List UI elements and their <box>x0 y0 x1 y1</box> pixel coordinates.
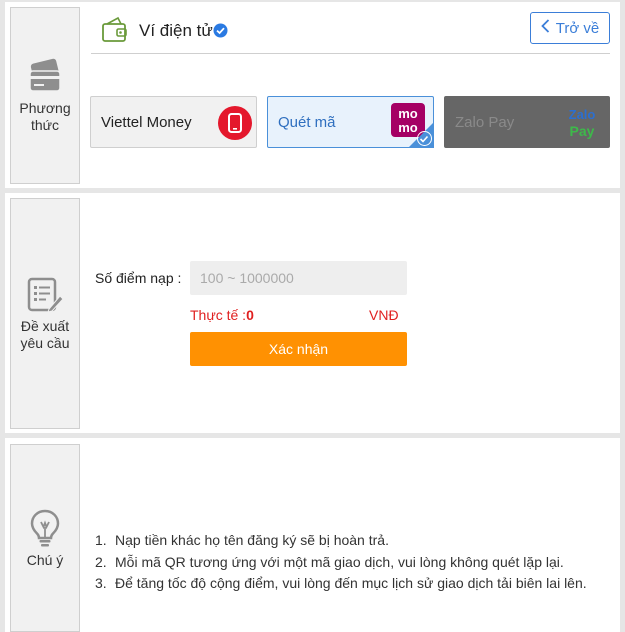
currency-label: VNĐ <box>369 307 399 323</box>
selected-check-icon <box>417 131 432 146</box>
request-panel: Đề xuất yêu cầu Số điểm nạp : Thực tế :0… <box>5 193 620 433</box>
method-header-title: Ví điện tử <box>139 21 213 40</box>
chevron-left-icon <box>540 19 550 37</box>
back-button-label: Trở về <box>555 19 600 37</box>
zalopay-logo-icon: Zalo Pay <box>567 105 597 141</box>
method-label: Quét mã <box>278 114 336 131</box>
notes-list: 1. Nạp tiền khác họ tên đăng ký sẽ bị hoà… <box>95 530 587 595</box>
points-input[interactable] <box>190 261 407 295</box>
list-item: 2. Mỗi mã QR tương ứng với một mã giao dị… <box>95 553 564 570</box>
notes-panel: Chú ý 1. Nạp tiền khác họ tên đăng ký sẽ … <box>5 438 620 632</box>
payment-method-panel: Phương thức Ví điện tử Trở về Viettel Mo… <box>5 2 620 188</box>
wallet-icon <box>101 16 129 49</box>
back-button[interactable]: Trở về <box>530 12 610 44</box>
list-item: 1. Nạp tiền khác họ tên đăng ký sẽ bị hoà… <box>95 532 389 548</box>
method-label: Viettel Money <box>101 114 192 131</box>
confirm-button[interactable]: Xác nhận <box>190 332 407 366</box>
method-qr-momo[interactable]: Quét mã mo mo <box>267 96 434 148</box>
list-item: 3. Để tăng tốc độ cộng điểm, vui lòng đến… <box>95 575 587 591</box>
lightbulb-icon <box>28 508 62 548</box>
actual-amount-value: 0 <box>246 307 254 323</box>
svg-text:Zalo: Zalo <box>569 107 596 122</box>
notes-side-label: Chú ý <box>26 551 64 568</box>
svg-text:Pay: Pay <box>570 123 595 139</box>
actual-amount: Thực tế :0 <box>190 307 254 323</box>
verified-check-icon <box>213 23 228 43</box>
points-label: Số điểm nạp : <box>95 270 182 286</box>
method-viettel-money[interactable]: Viettel Money <box>90 96 257 148</box>
form-edit-icon <box>25 276 65 314</box>
request-side-tab: Đề xuất yêu cầu <box>10 198 80 429</box>
notes-side-tab: Chú ý <box>10 444 80 632</box>
method-side-tab: Phương thức <box>10 7 80 184</box>
credit-card-icon <box>25 58 65 96</box>
svg-text:mo: mo <box>398 106 418 121</box>
method-label: Zalo Pay <box>455 114 515 131</box>
method-header: Ví điện tử Trở về <box>91 2 610 54</box>
method-zalo-pay[interactable]: Zalo Pay Zalo Pay <box>444 96 610 148</box>
method-side-label: Phương thức <box>19 99 71 133</box>
viettel-money-logo-icon <box>218 106 252 140</box>
request-side-label: Đề xuất yêu cầu <box>20 317 70 351</box>
